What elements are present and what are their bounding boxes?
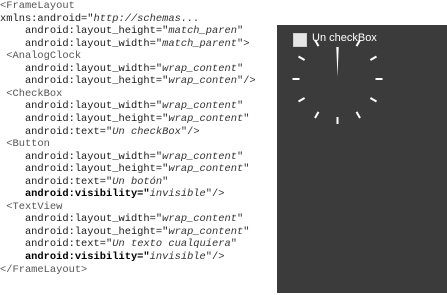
xml-code-listing: <FrameLayout xmlns:android="http://schema… [0,0,272,295]
code-token: android:layout_width=" [0,100,163,113]
code-token: wrap_content [162,100,237,113]
code-token: Un checkBox [112,125,181,138]
clock-tick [314,111,320,119]
code-token: <CheckBox [0,87,63,100]
code-token: " [243,112,250,125]
device-screen-preview: Un checkBox [277,25,447,293]
code-line: android:layout_height="wrap_conten"/> [0,75,256,88]
code-token: " [243,163,250,176]
code-token: android:layout_height=" [0,25,169,38]
code-token: " [236,213,244,226]
code-token: "> [236,37,250,50]
code-token: "/> [236,75,256,88]
code-token: " [236,62,244,75]
code-line: <FrameLayout [0,0,75,13]
code-line: android:layout_width="wrap_content" [0,100,243,113]
code-token: wrap_content [162,213,237,226]
clock-tick [355,111,361,119]
code-line: android:visibility="invisible"/> [0,188,225,201]
clock-hand [336,47,339,77]
code-token: android:text=" [0,175,113,188]
code-token: <AnalogClock [0,50,82,63]
code-token: "/> [205,251,225,263]
code-token: android:visibility=" [0,188,150,201]
clock-tick [369,97,377,103]
code-token: match_paren [168,25,237,38]
code-token: android:layout_height=" [0,225,169,238]
code-token: invisible [149,251,206,263]
code-token: wrap_content [168,163,244,176]
code-token: android:layout_width=" [0,213,163,226]
code-line: android:layout_width="wrap_content" [0,213,243,226]
code-token: </FrameLayout> [0,263,88,276]
code-token: <FrameLayout [0,0,75,12]
code-token: " [236,25,244,38]
code-token: android:visibility=" [0,251,150,263]
clock-tick [369,55,377,61]
code-token: wrap_content [162,150,237,163]
code-line: <CheckBox [0,88,62,101]
code-line: <TextView [0,201,62,214]
code-token: android:layout_width=" [0,37,163,50]
code-token: wrap_content [162,62,237,75]
code-line: android:text="Un checkBox"/> [0,126,200,139]
clock-tick [298,55,306,61]
clock-tick [298,97,306,103]
code-token: android:text=" [0,238,113,251]
code-line: </FrameLayout> [0,264,87,277]
code-token: android:layout_height=" [0,112,169,125]
code-token: " [162,175,169,188]
code-token: <Button [0,138,50,151]
code-token: android:layout_width=" [0,150,163,163]
code-token: android:layout_height=" [0,75,169,88]
code-token: match_parent [162,37,237,50]
code-token: android:text=" [0,125,113,138]
code-token: " [236,100,244,113]
code-line: android:layout_height="wrap_content" [0,225,250,239]
code-line: <Button [0,138,50,151]
code-token: android:layout_height=" [0,163,169,176]
code-line: android:layout_width="match_parent"> [0,37,250,51]
code-token: wrap_content [168,225,244,238]
code-token: " [230,238,237,251]
code-token: Un texto cualquiera [112,238,231,251]
code-line: xmlns:android="http://schemas... [0,13,200,26]
code-token: <TextView [0,200,63,213]
code-token: android:layout_width=" [0,62,163,75]
code-line: android:text="Un botón" [0,176,168,189]
code-token: "/> [180,125,200,138]
code-token: invisible [149,188,206,201]
code-line: android:layout_width="wrap_content" [0,151,243,164]
code-token: xmlns:android=" [0,12,94,25]
code-line: android:visibility="invisible"/> [0,251,225,264]
code-line: <AnalogClock [0,50,81,63]
code-line: android:text="Un texto cualquiera" [0,238,237,251]
code-token: wrap_conten [168,75,237,88]
code-token: wrap_content [168,112,244,125]
code-line: android:layout_height="wrap_content" [0,163,250,176]
checkbox-label[interactable]: Un checkBox [312,32,377,44]
checkbox-box[interactable] [293,33,307,47]
code-token: "/> [205,188,225,201]
code-token: Un botón [112,175,163,188]
code-line: android:layout_height="match_paren" [0,25,243,38]
code-token: " [243,225,250,238]
code-token: http://schemas... [93,12,200,25]
code-line: android:layout_height="wrap_content" [0,112,250,126]
code-line: android:layout_width="wrap_content" [0,63,243,76]
code-token: " [236,150,244,163]
